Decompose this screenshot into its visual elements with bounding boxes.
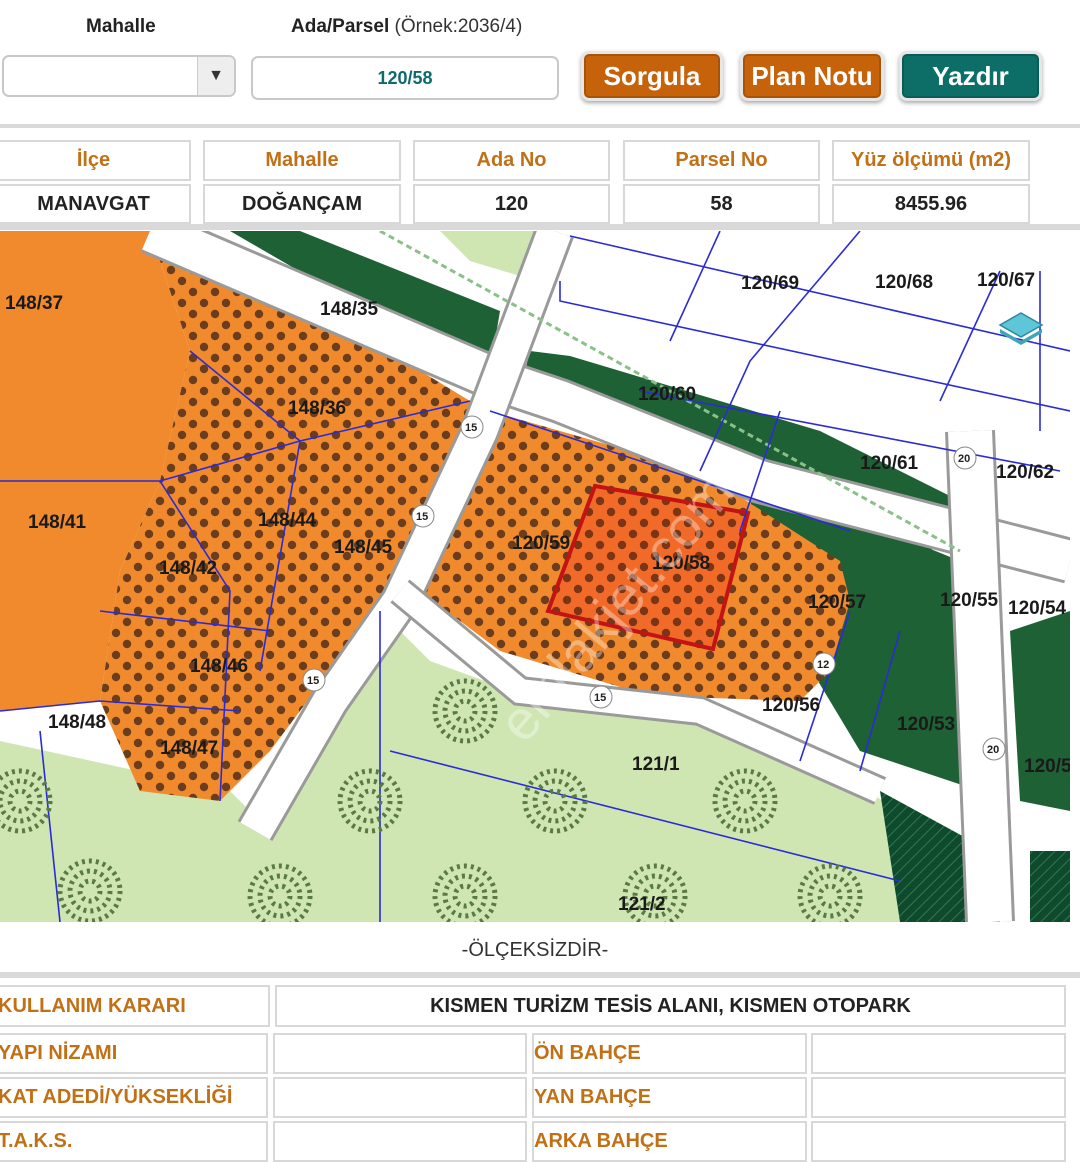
adaparsel-label: Ada/Parsel (Örnek:2036/4) [291, 16, 522, 38]
layers-icon[interactable] [998, 307, 1044, 347]
query-button[interactable]: Sorgula [581, 51, 723, 101]
on-bahce-label: ÖN BAHÇE [532, 1033, 807, 1074]
kullanim-karari-label: KULLANIM KARARI [0, 985, 270, 1027]
kat-adedi-value [273, 1077, 527, 1118]
value-ilce: MANAVGAT [0, 184, 191, 224]
road-marker: 15 [307, 675, 319, 687]
map-label: 148/48 [48, 712, 106, 733]
yapi-nizami-label: YAPI NİZAMI [0, 1033, 268, 1074]
road-marker: 12 [817, 659, 829, 671]
map-label: 120/53 [897, 714, 955, 735]
map-label: 148/47 [160, 738, 218, 759]
divider [0, 224, 1080, 230]
map-label: 121/2 [618, 894, 666, 915]
map-label: 120/54 [1008, 598, 1067, 619]
divider [0, 124, 1080, 128]
map-label: 120/56 [762, 695, 820, 716]
plan-note-button[interactable]: Plan Notu [740, 51, 884, 101]
map-label: 148/45 [334, 537, 393, 558]
zoning-map[interactable]: 148/37 148/36 148/35 148/41 148/44 148/4… [0, 231, 1070, 922]
yan-bahce-label: YAN BAHÇE [532, 1077, 807, 1118]
map-label: 148/37 [5, 293, 63, 314]
map-label: 120/68 [875, 272, 933, 293]
value-mahalle: DOĞANÇAM [203, 184, 401, 224]
scale-note: -ÖLÇEKSİZDİR- [461, 938, 609, 961]
adaparsel-hint: (Örnek:2036/4) [394, 16, 523, 37]
divider [0, 972, 1080, 978]
map-label: 120/67 [977, 270, 1035, 291]
road-marker: 15 [465, 422, 477, 434]
value-yuzolcumu: 8455.96 [832, 184, 1030, 224]
arka-bahce-label: ARKA BAHÇE [532, 1121, 807, 1162]
on-bahce-value [811, 1033, 1066, 1074]
map-label: 148/42 [159, 558, 217, 579]
map-label: 148/35 [320, 299, 379, 320]
arka-bahce-value [811, 1121, 1066, 1162]
zoning-map-canvas: 148/37 148/36 148/35 148/41 148/44 148/4… [0, 231, 1070, 922]
map-label: 120/60 [638, 384, 696, 405]
header-mahalle: Mahalle [203, 140, 401, 181]
adaparsel-label-text: Ada/Parsel [291, 16, 390, 37]
yapi-nizami-value [273, 1033, 527, 1074]
header-ilce: İlçe [0, 140, 191, 181]
value-ada-no: 120 [413, 184, 610, 224]
value-parsel-no: 58 [623, 184, 820, 224]
adaparsel-input[interactable]: 120/58 [251, 56, 559, 100]
map-label: 120/59 [512, 533, 570, 554]
map-label: 120/55 [940, 590, 999, 611]
map-label: 148/36 [288, 398, 346, 419]
header-yuzolcumu: Yüz ölçümü (m2) [832, 140, 1030, 181]
taks-value [273, 1121, 527, 1162]
mahalle-label: Mahalle [86, 16, 156, 37]
map-label: 120/5 [1024, 756, 1070, 777]
header-ada-no: Ada No [413, 140, 610, 181]
taks-label: T.A.K.S. [0, 1121, 268, 1162]
map-label: 120/62 [996, 462, 1054, 483]
map-label: 120/57 [808, 592, 866, 613]
kullanim-karari-value: KISMEN TURİZM TESİS ALANI, KISMEN OTOPAR… [275, 985, 1066, 1027]
road-marker: 15 [416, 511, 428, 523]
map-label: 148/41 [28, 512, 87, 533]
map-label: 148/46 [190, 656, 248, 677]
map-label: 148/44 [258, 510, 317, 531]
mahalle-select[interactable]: ▼ [2, 55, 236, 97]
road-marker: 15 [594, 692, 606, 704]
yan-bahce-value [811, 1077, 1066, 1118]
kat-adedi-label: KAT ADEDİ/YÜKSEKLİĞİ [0, 1077, 268, 1118]
chevron-down-icon[interactable]: ▼ [197, 57, 234, 95]
map-label: 120/61 [860, 453, 919, 474]
map-label: 120/69 [741, 273, 799, 294]
road-marker: 20 [958, 453, 970, 465]
road-marker: 20 [987, 744, 999, 756]
header-parsel-no: Parsel No [623, 140, 820, 181]
map-label: 121/1 [632, 754, 680, 775]
print-button[interactable]: Yazdır [899, 51, 1042, 101]
